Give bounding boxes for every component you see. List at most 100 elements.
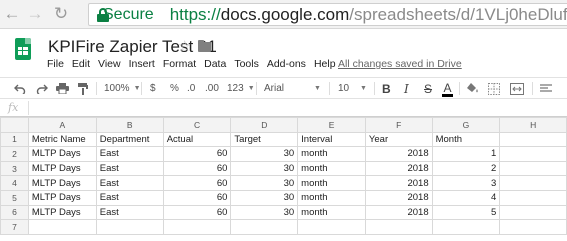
print-icon[interactable]	[56, 78, 69, 99]
currency-format-button[interactable]: $	[150, 78, 156, 99]
menu-insert[interactable]: Insert	[129, 58, 155, 70]
decrease-decimals-button[interactable]: .0	[187, 78, 195, 99]
cell[interactable]: 2018	[364, 204, 433, 221]
cell[interactable]: MLTP Days	[27, 146, 97, 162]
cell[interactable]: 30	[230, 189, 299, 206]
cell[interactable]: MLTP Days	[27, 160, 97, 177]
sheets-logo-icon[interactable]	[15, 38, 31, 60]
row-header[interactable]: 5	[0, 189, 29, 206]
cell[interactable]: 60	[162, 160, 232, 177]
cell[interactable]: 3	[431, 175, 501, 191]
cell[interactable]: MLTP Days	[27, 175, 97, 191]
folder-icon[interactable]	[198, 40, 211, 52]
cell[interactable]: 2	[431, 160, 501, 177]
cell[interactable]: East	[95, 204, 164, 221]
row-header[interactable]: 1	[0, 131, 29, 148]
menu-tools[interactable]: Tools	[234, 58, 259, 70]
cell[interactable]: month	[297, 160, 366, 177]
undo-icon[interactable]	[14, 78, 26, 99]
cell[interactable]	[364, 219, 433, 235]
increase-decimals-button[interactable]: .00	[205, 78, 219, 99]
column-header-c[interactable]: C	[162, 117, 232, 133]
zoom-select[interactable]: 100% ▼	[104, 78, 141, 99]
cell[interactable]: 5	[431, 204, 501, 221]
fill-color-icon[interactable]	[466, 78, 479, 99]
cell[interactable]	[499, 219, 567, 235]
cell[interactable]: 60	[162, 189, 232, 206]
paint-format-icon[interactable]	[78, 78, 88, 99]
merge-cells-icon[interactable]	[510, 78, 524, 99]
menu-file[interactable]: File	[47, 58, 64, 70]
cell[interactable]: 2018	[364, 146, 433, 162]
cell[interactable]	[297, 219, 366, 235]
horizontal-align-icon[interactable]	[540, 78, 552, 99]
font-family-select[interactable]: Arial ▼	[264, 78, 324, 99]
redo-icon[interactable]	[36, 78, 48, 99]
column-header-d[interactable]: D	[230, 117, 299, 133]
back-arrow-icon[interactable]: ←	[2, 4, 22, 24]
cell[interactable]: 60	[162, 204, 232, 221]
cell[interactable]: 30	[230, 146, 299, 162]
cell[interactable]	[499, 131, 567, 148]
cell[interactable]: 30	[230, 204, 299, 221]
save-status-link[interactable]: All changes saved in Drive	[338, 58, 462, 70]
cell[interactable]: Month	[431, 131, 501, 148]
column-header-b[interactable]: B	[95, 117, 164, 133]
menu-help[interactable]: Help	[314, 58, 336, 70]
formula-input[interactable]	[34, 101, 554, 115]
cell[interactable]: month	[297, 175, 366, 191]
borders-icon[interactable]	[488, 78, 500, 99]
row-header[interactable]: 4	[0, 175, 29, 191]
cell[interactable]	[499, 204, 567, 221]
cell[interactable]	[499, 146, 567, 162]
reload-icon[interactable]: ↻	[51, 4, 71, 24]
cell[interactable]: month	[297, 204, 366, 221]
cell[interactable]	[230, 219, 299, 235]
cell[interactable]: 60	[162, 175, 232, 191]
cell[interactable]: Metric Name	[27, 131, 97, 148]
italic-button[interactable]: I	[404, 78, 409, 99]
forward-arrow-icon[interactable]: →	[25, 4, 45, 24]
cell[interactable]	[499, 175, 567, 191]
menu-view[interactable]: View	[98, 58, 121, 70]
cell[interactable]: Year	[364, 131, 433, 148]
menu-addons[interactable]: Add-ons	[267, 58, 306, 70]
column-header-h[interactable]: H	[499, 117, 567, 133]
column-header-f[interactable]: F	[364, 117, 433, 133]
cell[interactable]: Target	[230, 131, 299, 148]
cell[interactable]: Department	[95, 131, 164, 148]
star-icon[interactable]: ☆	[178, 37, 191, 55]
column-header-g[interactable]: G	[431, 117, 501, 133]
row-header[interactable]: 7	[0, 219, 29, 235]
cell[interactable]	[499, 160, 567, 177]
menu-data[interactable]: Data	[204, 58, 226, 70]
cell[interactable]: 30	[230, 160, 299, 177]
cell[interactable]: month	[297, 189, 366, 206]
column-header-a[interactable]: A	[27, 117, 97, 133]
percent-format-button[interactable]: %	[170, 78, 179, 99]
cell[interactable]: East	[95, 175, 164, 191]
cell[interactable]: month	[297, 146, 366, 162]
bold-button[interactable]: B	[382, 78, 391, 99]
cell[interactable]: Actual	[162, 131, 232, 148]
cell[interactable]: 2018	[364, 189, 433, 206]
cell[interactable]: 30	[230, 175, 299, 191]
cell[interactable]: 60	[162, 146, 232, 162]
cell[interactable]	[27, 219, 97, 235]
cell[interactable]: East	[95, 189, 164, 206]
cell[interactable]: 2018	[364, 175, 433, 191]
cell[interactable]: East	[95, 146, 164, 162]
cell[interactable]: MLTP Days	[27, 204, 97, 221]
menu-format[interactable]: Format	[163, 58, 196, 70]
row-header[interactable]: 3	[0, 160, 29, 177]
cell[interactable]: 4	[431, 189, 501, 206]
cell[interactable]: Interval	[297, 131, 366, 148]
document-title[interactable]: KPIFire Zapier Test 01	[48, 37, 217, 57]
text-color-button[interactable]: A	[442, 78, 453, 99]
row-header[interactable]: 2	[0, 146, 29, 162]
cell[interactable]: East	[95, 160, 164, 177]
more-formats-select[interactable]: 123 ▼	[227, 78, 255, 99]
cell[interactable]	[162, 219, 232, 235]
address-bar[interactable]: Secure https:// docs.google.com /spreads…	[88, 3, 567, 26]
select-all-corner[interactable]	[0, 117, 29, 133]
